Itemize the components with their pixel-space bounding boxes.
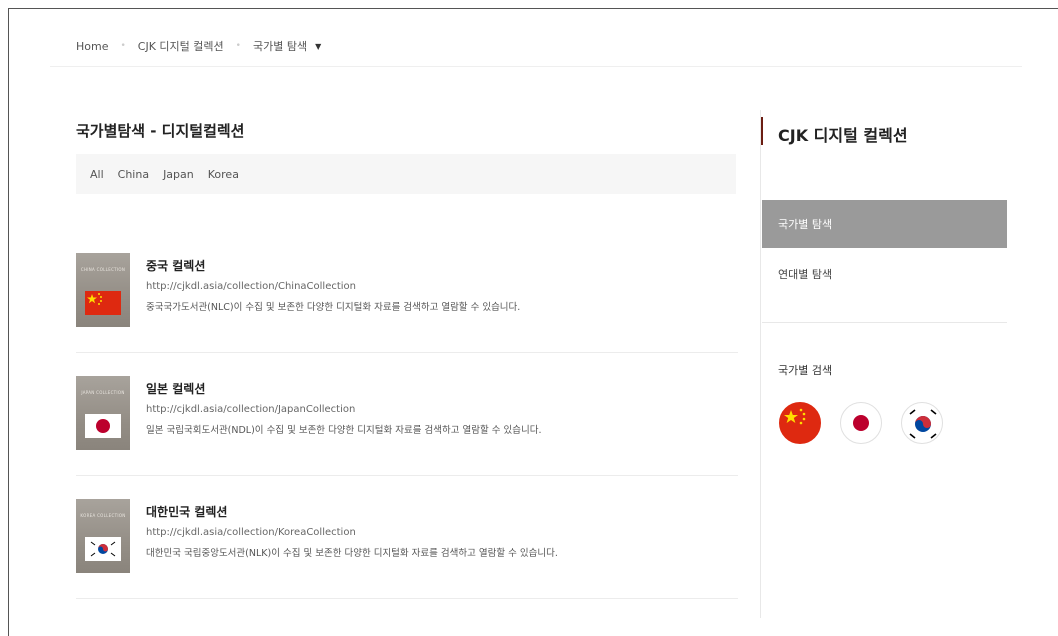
collection-description: 대한민국 국립중앙도서관(NLK)이 수집 및 보존한 다양한 디지털화 자료를… [146,548,558,559]
breadcrumb-home[interactable]: Home [76,40,108,53]
filter-bar: All China Japan Korea [76,154,736,194]
thumbnail-label: JAPAN COLLECTION [81,390,125,395]
japan-flag-icon [85,414,121,438]
korea-collection-thumbnail[interactable]: KOREA COLLECTION [76,499,130,573]
collection-description: 일본 국립국회도서관(NDL)이 수집 및 보존한 다양한 디지털화 자료를 검… [146,425,542,436]
sidebar-item-country[interactable]: 국가별 탐색 [762,200,1007,248]
divider [762,322,1007,323]
japan-flag-icon[interactable] [840,402,882,444]
china-collection-thumbnail[interactable]: CHINA COLLECTION [76,253,130,327]
collection-item-japan: JAPAN COLLECTION 일본 컬렉션 http://cjkdl.asi… [76,376,738,498]
page-title: 국가별탐색 - 디지털컬렉션 [76,122,245,140]
collection-url[interactable]: http://cjkdl.asia/collection/KoreaCollec… [146,527,356,538]
chevron-down-icon[interactable]: ▼ [315,42,321,51]
breadcrumb: Home • CJK 디지털 컬렉션 • 국가별 탐색 ▼ [76,38,321,54]
collection-name[interactable]: 중국 컬렉션 [146,257,205,274]
divider [50,66,1022,67]
china-flag-icon [85,291,121,315]
breadcrumb-separator: • [235,41,241,51]
collection-item-china: CHINA COLLECTION 중국 컬렉션 http://cjkdl.asi… [76,253,738,375]
divider [76,352,738,353]
breadcrumb-cjk[interactable]: CJK 디지털 컬렉션 [138,38,224,54]
thumbnail-label: KOREA COLLECTION [80,513,126,518]
collection-description: 중국국가도서관(NLC)이 수집 및 보존한 다양한 디지털화 자료를 검색하고… [146,302,521,313]
china-flag-icon[interactable] [779,402,821,444]
collection-url[interactable]: http://cjkdl.asia/collection/JapanCollec… [146,404,355,415]
collection-name[interactable]: 대한민국 컬렉션 [146,503,227,520]
korea-flag-icon[interactable] [901,402,943,444]
collection-item-korea: KOREA COLLECTION 대한민국 컬렉션 http://cjkdl.a… [76,499,738,621]
sidebar-divider [760,110,761,618]
filter-korea[interactable]: Korea [208,168,239,181]
filter-all[interactable]: All [90,168,104,181]
sidebar-item-period[interactable]: 연대별 탐색 [778,266,832,282]
filter-japan[interactable]: Japan [163,168,194,181]
sidebar-item-label: 국가별 탐색 [778,218,833,231]
divider [76,475,738,476]
breadcrumb-current[interactable]: 국가별 탐색 [253,38,307,54]
filter-china[interactable]: China [118,168,149,181]
thumbnail-label: CHINA COLLECTION [80,267,126,272]
sidebar-title: CJK 디지털 컬렉션 [778,126,908,145]
korea-flag-icon [85,537,121,561]
country-search-label: 국가별 검색 [778,364,833,377]
collection-url[interactable]: http://cjkdl.asia/collection/ChinaCollec… [146,281,356,292]
divider [76,598,738,599]
sidebar-title-accent [761,117,763,145]
japan-collection-thumbnail[interactable]: JAPAN COLLECTION [76,376,130,450]
collection-name[interactable]: 일본 컬렉션 [146,380,205,397]
breadcrumb-separator: • [120,41,126,51]
